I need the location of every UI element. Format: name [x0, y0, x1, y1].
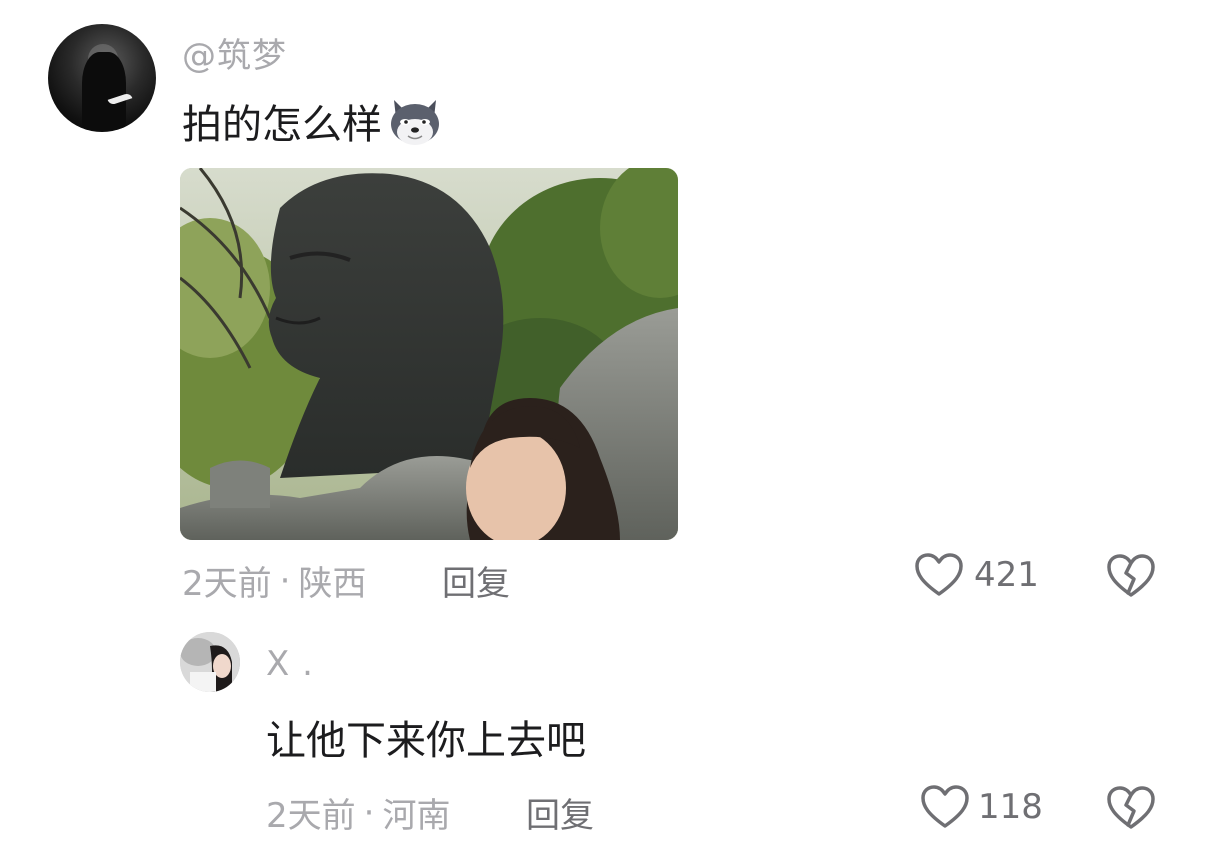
broken-heart-icon — [1107, 554, 1155, 597]
dislike-button[interactable] — [1106, 553, 1156, 599]
commenter-avatar[interactable] — [48, 24, 156, 132]
reply-like-button[interactable]: 118 — [920, 784, 1043, 830]
meta-separator: · — [279, 560, 291, 601]
comment-meta: 2天前 · 陕西 — [182, 556, 366, 605]
reply-like-count: 118 — [978, 787, 1043, 827]
heart-icon — [921, 785, 969, 828]
heart-icon — [915, 553, 963, 596]
reply-text: 让他下来你上去吧 — [266, 718, 586, 764]
replier-avatar-image — [180, 632, 240, 692]
comment-time: 2天前 — [182, 564, 272, 604]
commenter-username[interactable]: @筑梦 — [182, 28, 287, 77]
comment-location: 陕西 — [298, 564, 367, 604]
reply-dislike-button[interactable] — [1106, 785, 1156, 831]
comment-text: 拍的怎么样 — [182, 102, 382, 148]
like-count: 421 — [974, 555, 1039, 595]
broken-heart-icon — [1107, 786, 1155, 829]
comment-photo[interactable] — [180, 168, 678, 540]
meta-separator: · — [363, 792, 375, 833]
husky-dog-face-icon — [391, 100, 439, 145]
reply-reply-button[interactable]: 回复 — [526, 788, 594, 837]
statue-photo — [180, 168, 678, 540]
like-button[interactable]: 421 — [914, 552, 1039, 598]
reply-location: 河南 — [382, 796, 451, 836]
replier-avatar[interactable] — [180, 632, 240, 692]
replier-username[interactable]: X . — [266, 644, 314, 684]
reply-button[interactable]: 回复 — [442, 556, 510, 605]
comment-body: 拍的怎么样 — [182, 92, 444, 150]
reply-time: 2天前 — [266, 796, 356, 836]
reply-meta: 2天前 · 河南 — [266, 788, 450, 837]
